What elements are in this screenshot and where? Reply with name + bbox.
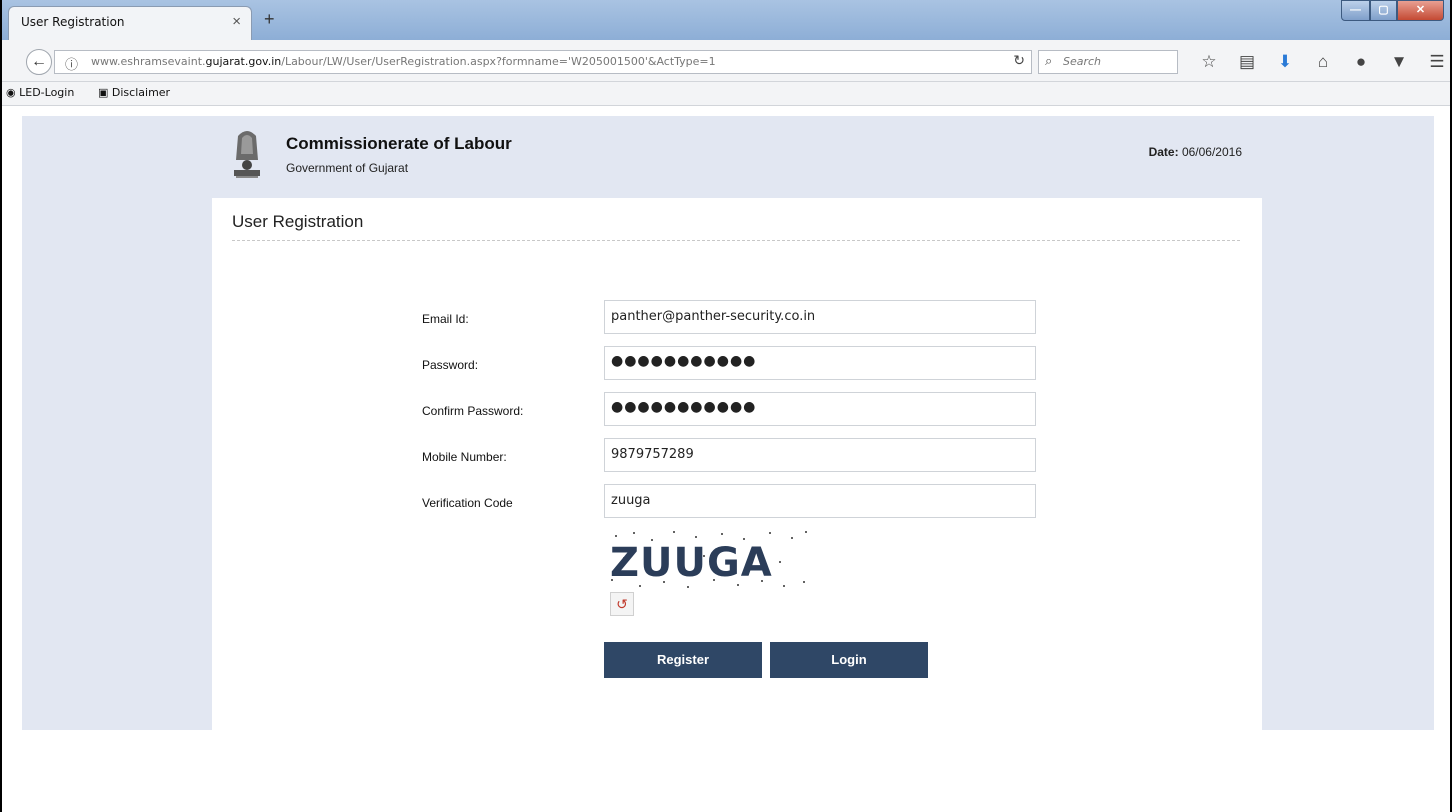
site-header: Commissionerate of Labour Government of … [230, 116, 1262, 196]
verification-code-field[interactable]: zuuga [604, 484, 1036, 518]
search-placeholder: Search [1063, 55, 1102, 68]
minimize-icon[interactable]: — [1341, 0, 1370, 21]
tab-title: User Registration [21, 15, 125, 29]
captcha-image: ZUUGA [604, 528, 814, 590]
refresh-captcha-icon[interactable]: ↺ [610, 592, 634, 616]
navigation-bar: ← ⓘ www.eshramsevaint.gujarat.gov.in/Lab… [2, 40, 1450, 82]
verification-code-label: Verification Code [422, 496, 513, 510]
star-icon[interactable]: ☆ [1190, 52, 1228, 72]
tab-user-registration[interactable]: User Registration × [8, 6, 252, 40]
close-icon[interactable]: × [232, 13, 241, 30]
bookmark-disclaimer[interactable]: ▣ Disclaimer [98, 86, 170, 99]
date-display: Date: 06/06/2016 [1148, 145, 1242, 159]
maximize-icon[interactable]: ▢ [1370, 0, 1397, 21]
page-content: Commissionerate of Labour Government of … [22, 116, 1434, 730]
address-bar[interactable]: ⓘ www.eshramsevaint.gujarat.gov.in/Labou… [54, 50, 1032, 74]
password-label: Password: [422, 358, 479, 372]
bookmark-led-login[interactable]: ◉ LED-Login [6, 86, 74, 99]
url-text: www.eshramsevaint.gujarat.gov.in/Labour/… [91, 55, 716, 68]
title-divider [232, 240, 1240, 241]
mobile-label: Mobile Number: [422, 450, 507, 464]
tab-strip: User Registration × + — ▢ ✕ [2, 0, 1450, 40]
registration-card: User Registration Email Id: panther@pant… [212, 198, 1262, 730]
chat-icon[interactable]: ● [1342, 52, 1380, 72]
reload-icon[interactable]: ↻ [1013, 52, 1025, 69]
password-field[interactable]: ●●●●●●●●●●● [604, 346, 1036, 380]
mobile-number-field[interactable]: 9879757289 [604, 438, 1036, 472]
pocket-icon[interactable]: ▼ [1380, 52, 1418, 72]
login-button[interactable]: Login [770, 642, 928, 678]
window-close-icon[interactable]: ✕ [1397, 0, 1444, 21]
home-icon[interactable]: ⌂ [1304, 52, 1342, 72]
org-title: Commissionerate of Labour [286, 134, 512, 153]
captcha-text: ZUUGA [610, 540, 773, 586]
email-field[interactable]: panther@panther-security.co.in [604, 300, 1036, 334]
national-emblem-logo [234, 131, 260, 178]
email-label: Email Id: [422, 312, 469, 326]
search-input[interactable]: ⌕ Search [1038, 50, 1178, 74]
window-controls: — ▢ ✕ [1341, 0, 1444, 22]
info-icon[interactable]: ⓘ [65, 54, 78, 73]
confirm-password-field[interactable]: ●●●●●●●●●●● [604, 392, 1036, 426]
new-tab-button[interactable]: + [264, 9, 275, 30]
bookmark-page-icon: ▣ [98, 86, 109, 99]
register-button[interactable]: Register [604, 642, 762, 678]
search-icon: ⌕ [1045, 53, 1053, 68]
toolbar-icons: ☆ ▤ ⬇ ⌂ ● ▼ ☰ [1190, 52, 1452, 72]
browser-window: User Registration × + — ▢ ✕ ← ⓘ www.eshr… [0, 0, 1452, 812]
confirm-password-label: Confirm Password: [422, 404, 524, 418]
bookmarks-bar: ◉ LED-Login ▣ Disclaimer [2, 82, 1450, 106]
back-arrow-icon[interactable]: ← [26, 49, 52, 75]
page-title: User Registration [232, 212, 364, 231]
org-subtitle: Government of Gujarat [286, 161, 409, 175]
download-icon[interactable]: ⬇ [1266, 52, 1304, 72]
menu-icon[interactable]: ☰ [1418, 52, 1452, 72]
globe-icon: ◉ [6, 86, 16, 99]
reading-list-icon[interactable]: ▤ [1228, 52, 1266, 72]
